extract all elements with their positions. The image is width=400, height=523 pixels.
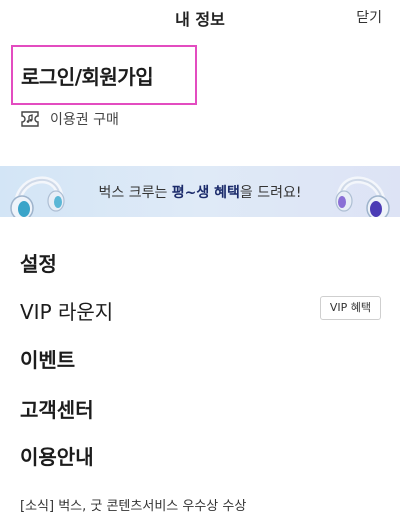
top-header: 내 정보 닫기 — [0, 0, 400, 34]
news-item[interactable]: [소식] 벅스, 굿 콘텐츠서비스 우수상 수상 — [20, 495, 246, 514]
crew-benefit-banner[interactable]: 벅스 크루는 평~생 혜택을 드려요! — [0, 166, 400, 217]
music-ticket-icon — [20, 110, 40, 128]
ticket-purchase-link[interactable]: 이용권 구매 — [20, 109, 119, 129]
login-signup-link[interactable]: 로그인/회원가입 — [11, 45, 197, 105]
menu-guide[interactable]: 이용안내 — [20, 441, 94, 470]
banner-text-prefix: 벅스 크루는 — [98, 185, 172, 201]
headphone-right-icon — [330, 168, 392, 217]
page-title: 내 정보 — [175, 10, 225, 29]
menu-customer-center[interactable]: 고객센터 — [20, 394, 94, 423]
login-signup-label: 로그인/회원가입 — [21, 64, 154, 89]
banner-text-suffix: 을 드려요! — [239, 185, 302, 201]
ticket-purchase-label: 이용권 구매 — [50, 112, 119, 128]
banner-text-bold: 평~생 혜택 — [171, 185, 240, 201]
menu-events[interactable]: 이벤트 — [20, 344, 75, 373]
menu-settings[interactable]: 설정 — [20, 248, 57, 277]
close-button[interactable]: 닫기 — [356, 7, 382, 27]
vip-benefit-button[interactable]: VIP 혜택 — [319, 296, 381, 320]
menu-vip-lounge[interactable]: VIP 라운지 — [20, 296, 113, 325]
